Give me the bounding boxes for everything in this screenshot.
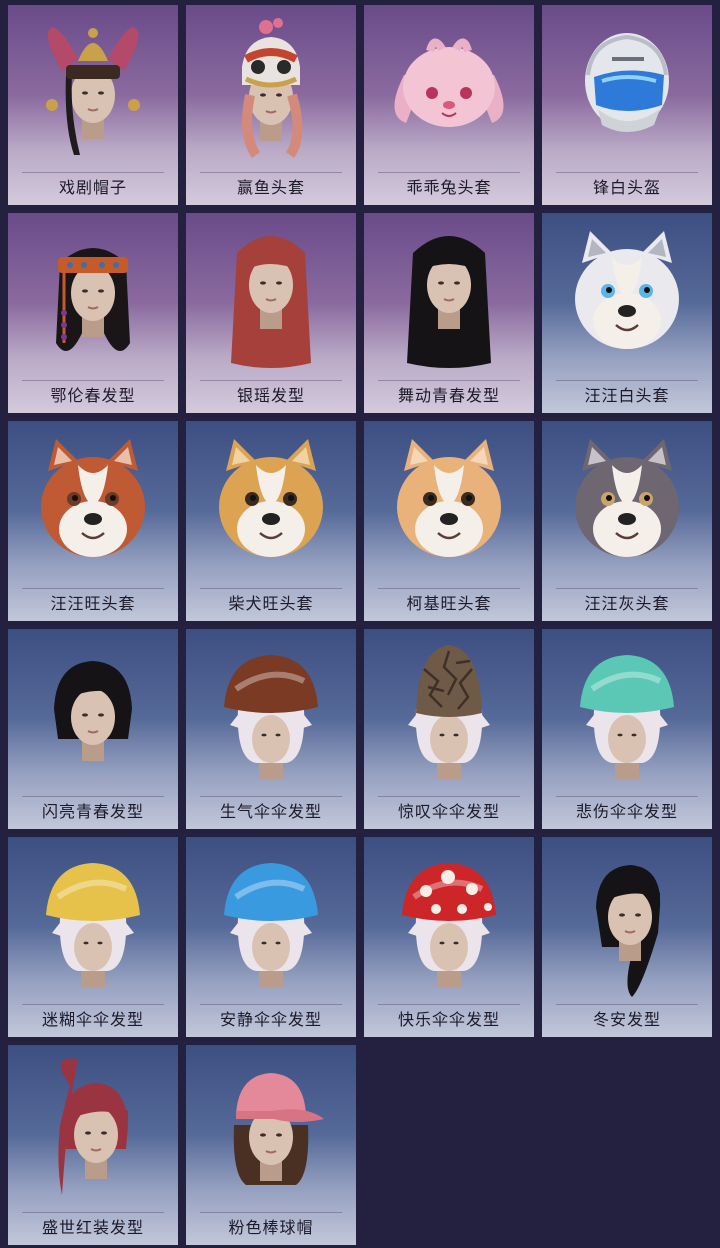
card-divider	[22, 172, 164, 173]
item-label: 惊叹伞伞发型	[397, 802, 500, 821]
item-label: 舞动青春发型	[397, 386, 500, 405]
card-divider	[200, 588, 342, 589]
item-label: 粉色棒球帽	[228, 1218, 314, 1237]
item-card[interactable]: 戏剧帽子	[8, 5, 178, 205]
item-label: 冬安发型	[592, 1010, 661, 1029]
item-card[interactable]: 粉色棒球帽	[186, 1045, 356, 1245]
card-divider	[22, 588, 164, 589]
item-card[interactable]: 舞动青春发型	[364, 213, 534, 413]
card-divider	[556, 796, 698, 797]
item-card[interactable]: 汪汪灰头套	[542, 421, 712, 621]
item-label: 汪汪灰头套	[584, 594, 670, 613]
item-label: 银瑶发型	[236, 386, 305, 405]
brown-mushroom-hat-icon	[224, 655, 318, 779]
white-dog-head-icon	[575, 231, 679, 349]
card-divider	[378, 588, 520, 589]
card-divider	[200, 1212, 342, 1213]
corgi-head-icon	[397, 439, 501, 557]
item-card[interactable]: 快乐伞伞发型	[364, 837, 534, 1037]
item-label: 锋白头盔	[592, 178, 661, 197]
item-label: 闪亮青春发型	[41, 802, 144, 821]
item-label: 安静伞伞发型	[219, 1010, 322, 1029]
shiba-head-icon	[219, 439, 323, 557]
item-label: 汪汪白头套	[584, 386, 670, 405]
item-label: 生气伞伞发型	[219, 802, 322, 821]
card-divider	[22, 1212, 164, 1213]
card-divider	[378, 796, 520, 797]
red-ponytail-hair-icon	[58, 1058, 128, 1195]
moto-helmet-icon	[585, 33, 669, 132]
item-label: 悲伤伞伞发型	[575, 802, 678, 821]
item-label: 赢鱼头套	[236, 178, 305, 197]
item-card[interactable]: 悲伤伞伞发型	[542, 629, 712, 829]
card-divider	[378, 1004, 520, 1005]
card-divider	[556, 380, 698, 381]
item-card[interactable]: 生气伞伞发型	[186, 629, 356, 829]
item-label: 快乐伞伞发型	[397, 1010, 500, 1029]
yellow-mushroom-hat-icon	[46, 863, 140, 987]
card-divider	[22, 380, 164, 381]
item-label: 柯基旺头套	[406, 594, 492, 613]
item-card[interactable]: 乖乖兔头套	[364, 5, 534, 205]
red-dotted-mushroom-hat-icon	[402, 863, 496, 987]
card-divider	[200, 1004, 342, 1005]
item-label: 乖乖兔头套	[406, 178, 492, 197]
ponytail-hair-icon	[596, 865, 661, 997]
item-card[interactable]: 冬安发型	[542, 837, 712, 1037]
teal-mushroom-hat-icon	[580, 655, 674, 779]
item-label: 盛世红装发型	[41, 1218, 144, 1237]
blue-mushroom-hat-icon	[224, 863, 318, 987]
item-card[interactable]: 惊叹伞伞发型	[364, 629, 534, 829]
jester-hat-icon	[46, 27, 140, 155]
item-label: 戏剧帽子	[58, 178, 127, 197]
pink-cap-icon	[233, 1073, 324, 1185]
headband-hair-icon	[56, 248, 130, 351]
card-divider	[200, 380, 342, 381]
morel-mushroom-hat-icon	[408, 645, 490, 779]
bob-hair-icon	[54, 661, 132, 761]
item-card[interactable]: 赢鱼头套	[186, 5, 356, 205]
gray-dog-head-icon	[575, 439, 679, 557]
item-card[interactable]: 闪亮青春发型	[8, 629, 178, 829]
card-divider	[200, 172, 342, 173]
item-card[interactable]: 盛世红装发型	[8, 1045, 178, 1245]
item-label: 汪汪旺头套	[50, 594, 136, 613]
item-label: 迷糊伞伞发型	[41, 1010, 144, 1029]
item-card[interactable]: 迷糊伞伞发型	[8, 837, 178, 1037]
bunny-head-icon	[394, 38, 504, 127]
card-divider	[378, 380, 520, 381]
item-card[interactable]: 锋白头盔	[542, 5, 712, 205]
card-divider	[378, 172, 520, 173]
black-long-hair-icon	[407, 236, 491, 368]
item-label: 柴犬旺头套	[228, 594, 314, 613]
item-card[interactable]: 汪汪白头套	[542, 213, 712, 413]
card-divider	[556, 1004, 698, 1005]
item-card[interactable]: 银瑶发型	[186, 213, 356, 413]
card-divider	[556, 588, 698, 589]
item-label: 鄂伦春发型	[50, 386, 136, 405]
item-card[interactable]: 安静伞伞发型	[186, 837, 356, 1037]
card-divider	[556, 172, 698, 173]
card-divider	[200, 796, 342, 797]
item-card[interactable]: 柯基旺头套	[364, 421, 534, 621]
fish-mask-icon	[242, 18, 303, 158]
red-dog-head-icon	[41, 439, 145, 557]
card-divider	[22, 1004, 164, 1005]
long-red-hair-icon	[231, 236, 311, 368]
item-card[interactable]: 柴犬旺头套	[186, 421, 356, 621]
item-card[interactable]: 鄂伦春发型	[8, 213, 178, 413]
item-card[interactable]: 汪汪旺头套	[8, 421, 178, 621]
item-grid: 戏剧帽子 赢鱼头套 乖乖兔头套 锋白头盔 鄂伦春发型 银瑶发型 舞动青春发型 汪…	[0, 0, 720, 1248]
card-divider	[22, 796, 164, 797]
